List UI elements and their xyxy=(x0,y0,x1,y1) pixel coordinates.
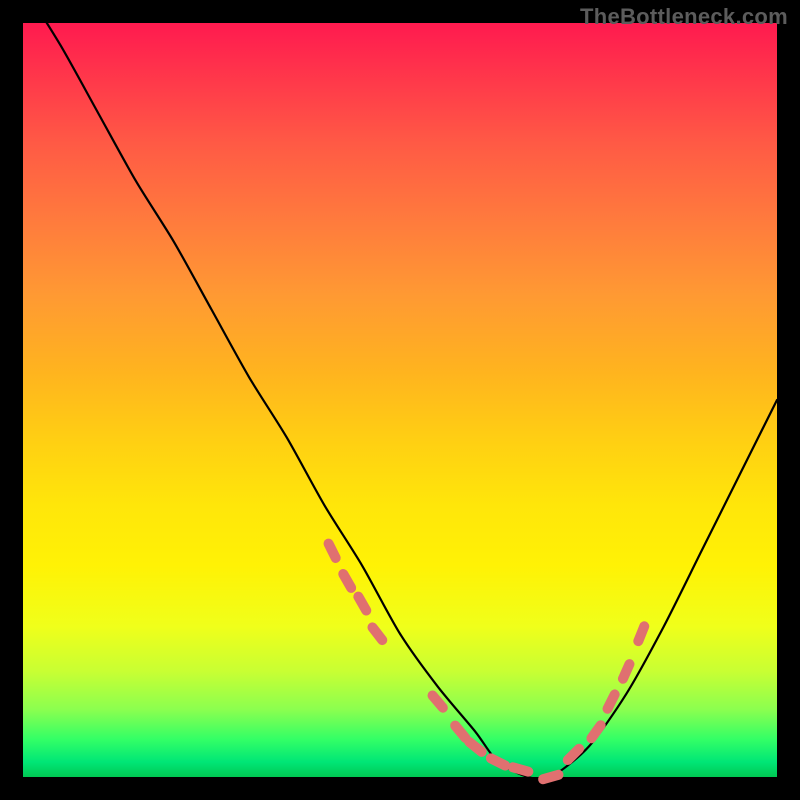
bottleneck-curve xyxy=(23,0,777,779)
highlight-dot xyxy=(513,767,528,771)
highlight-dot xyxy=(469,742,481,752)
highlight-dot xyxy=(591,725,600,738)
highlight-dot xyxy=(623,664,629,679)
highlight-dot xyxy=(491,758,505,765)
highlight-dot xyxy=(329,544,336,558)
highlight-dot xyxy=(373,627,383,640)
bottleneck-chart-svg xyxy=(23,23,777,777)
highlight-dot xyxy=(608,694,615,708)
watermark-label: TheBottleneck.com xyxy=(580,4,788,30)
highlight-dot xyxy=(343,574,351,588)
plot-area xyxy=(23,23,777,777)
marker-group xyxy=(329,544,645,780)
curve-group xyxy=(23,0,777,779)
highlight-dot xyxy=(455,726,465,738)
chart-frame: TheBottleneck.com xyxy=(0,0,800,800)
highlight-dot xyxy=(543,775,558,779)
highlight-dot xyxy=(433,695,443,707)
highlight-dot xyxy=(358,597,366,611)
highlight-dot xyxy=(638,626,644,641)
